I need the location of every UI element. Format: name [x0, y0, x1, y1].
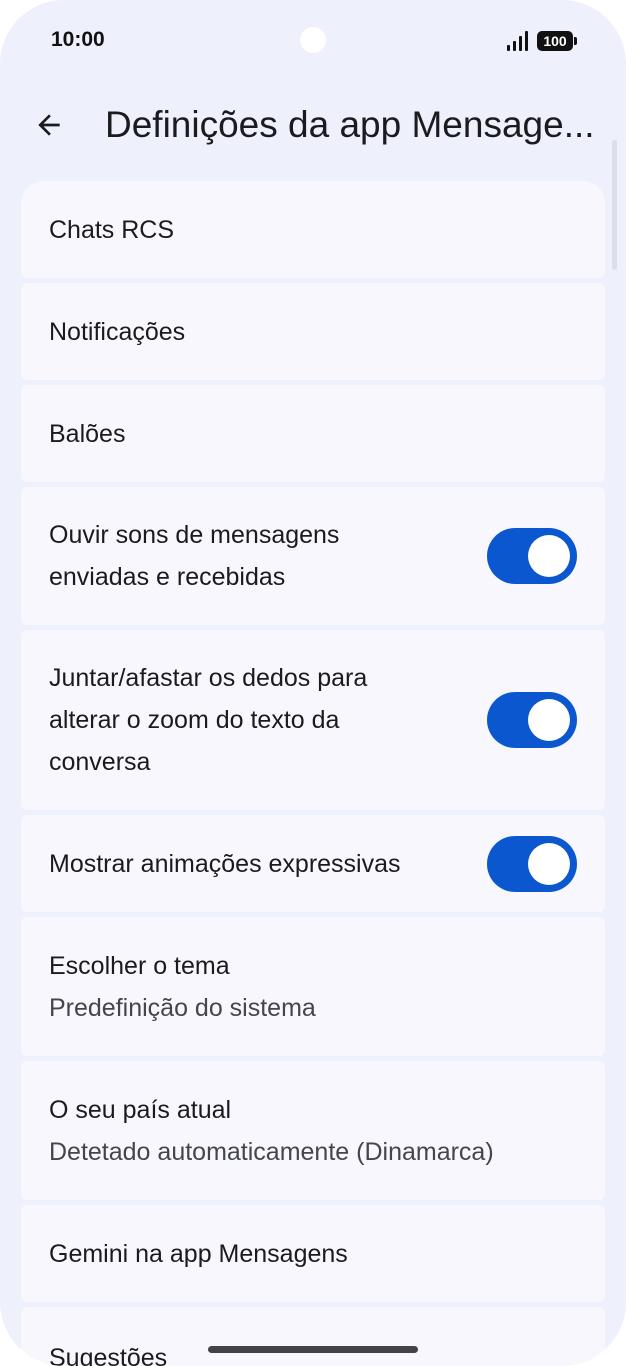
status-bar: 10:00 100	[0, 0, 626, 84]
app-bar: Definições da app Mensage...	[0, 88, 626, 164]
setting-title: Juntar/afastar os dedos para alterar o z…	[49, 664, 368, 776]
pinch-zoom-toggle[interactable]	[487, 692, 577, 748]
setting-title: Escolher o tema	[49, 951, 230, 980]
setting-title: Ouvir sons de mensagens enviadas e receb…	[49, 521, 340, 591]
page-title: Definições da app Mensage...	[105, 104, 595, 145]
setting-title: Balões	[49, 419, 126, 448]
setting-pinch-zoom[interactable]: Juntar/afastar os dedos para alterar o z…	[21, 630, 605, 810]
home-indicator[interactable]	[208, 1346, 418, 1353]
setting-message-sounds[interactable]: Ouvir sons de mensagens enviadas e receb…	[21, 487, 605, 625]
setting-title: Gemini na app Mensagens	[49, 1239, 348, 1268]
arrow-back-icon	[38, 114, 60, 136]
setting-notifications[interactable]: Notificações	[21, 283, 605, 380]
setting-title: O seu país atual	[49, 1095, 232, 1124]
toggle-knob	[528, 699, 570, 741]
settings-list: Chats RCS Notificações Balões Ouvir sons…	[21, 181, 605, 1366]
setting-rcs-chats[interactable]: Chats RCS	[21, 181, 605, 278]
toggle-knob	[528, 842, 570, 885]
setting-current-country[interactable]: O seu país atual Detetado automaticament…	[21, 1061, 605, 1200]
scrollbar[interactable]	[612, 140, 617, 270]
setting-subtitle: Predefinição do sistema	[49, 993, 316, 1022]
setting-title: Chats RCS	[49, 215, 175, 244]
setting-expressive-animations[interactable]: Mostrar animações expressivas	[21, 815, 605, 912]
camera-cutout	[300, 27, 326, 53]
toggle-knob	[528, 535, 570, 577]
setting-subtitle: Detetado automaticamente (Dinamarca)	[49, 1137, 494, 1166]
phone-screen: 10:00 100 Definições da app Mensage... C…	[0, 0, 626, 1366]
setting-suggestions[interactable]: Sugestões	[21, 1307, 605, 1366]
status-time: 10:00	[51, 28, 105, 51]
setting-bubbles[interactable]: Balões	[21, 385, 605, 482]
setting-theme[interactable]: Escolher o tema Predefinição do sistema	[21, 917, 605, 1056]
setting-gemini[interactable]: Gemini na app Mensagens	[21, 1205, 605, 1302]
message-sounds-toggle[interactable]	[487, 528, 577, 584]
battery-level: 100	[543, 33, 567, 49]
back-button[interactable]	[26, 102, 72, 148]
setting-title: Notificações	[49, 317, 186, 346]
battery-icon: 100	[537, 31, 577, 51]
signal-icon	[507, 31, 529, 51]
expressive-animations-toggle[interactable]	[487, 835, 577, 892]
